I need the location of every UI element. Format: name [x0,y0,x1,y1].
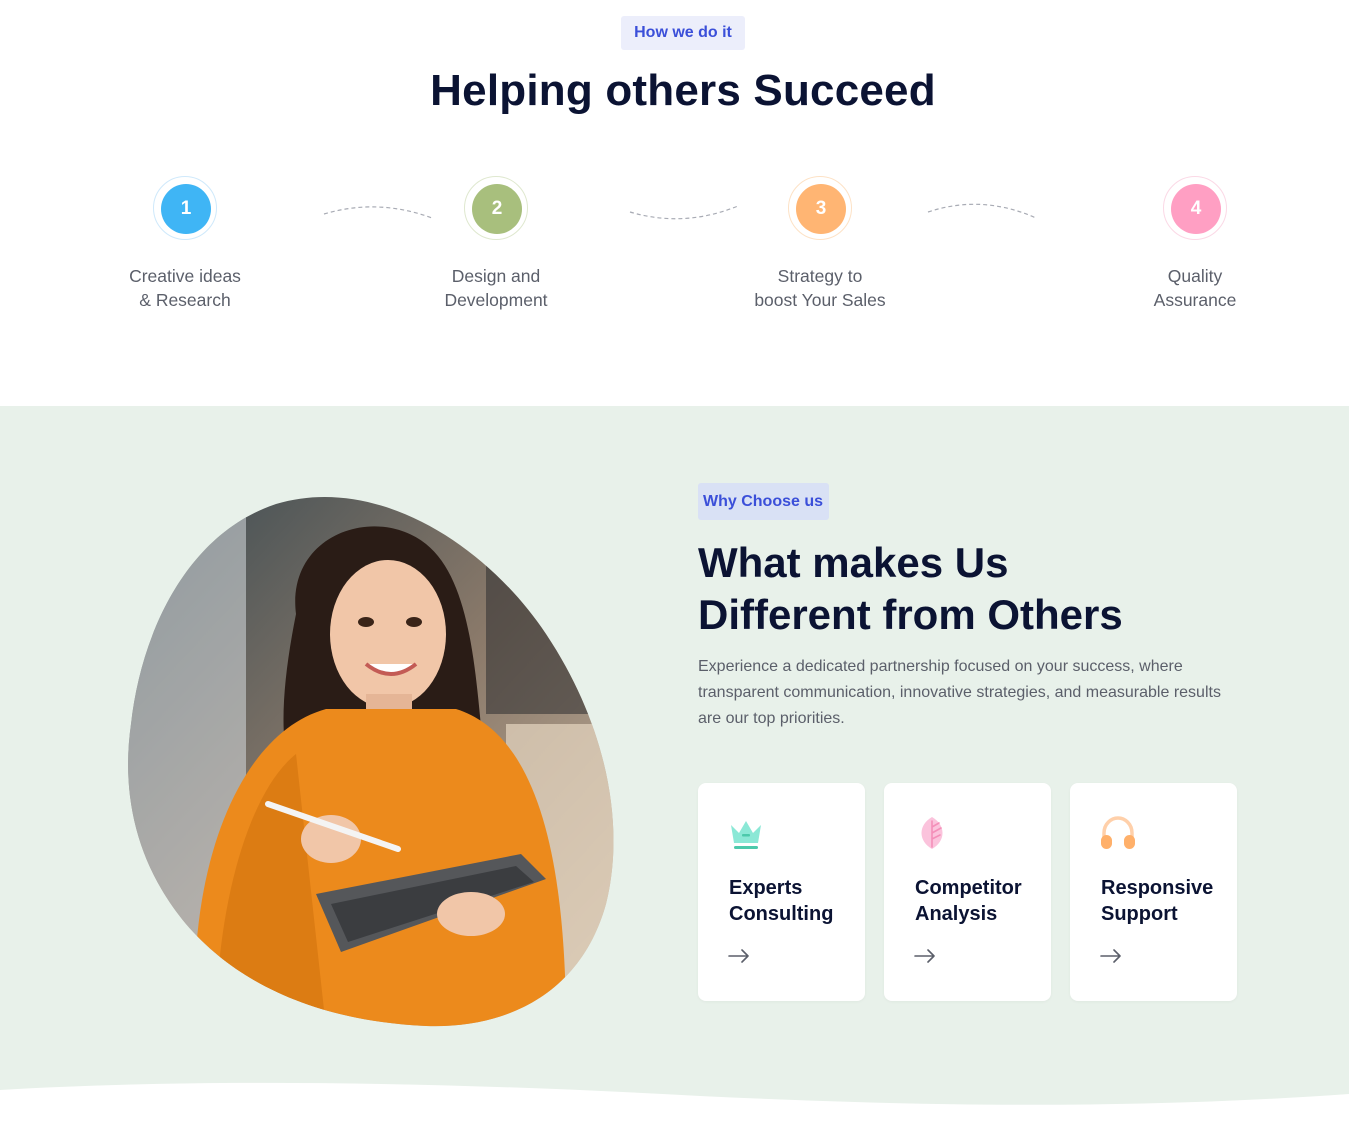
card-title-line: Analysis [915,903,998,925]
process-step: 1 Creative ideas & Research [85,176,285,312]
step-label-line: Strategy to [777,266,863,286]
step-label: Quality Assurance [1095,264,1295,312]
arrow-right-icon[interactable] [914,949,936,963]
step-label-line: Assurance [1153,290,1237,310]
how-we-do-it-tag: How we do it [621,16,745,50]
card-title-line: Experts [729,877,803,899]
headphones-icon [1101,816,1135,849]
section-title-line: Different from Others [698,591,1123,638]
step-label-line: boost Your Sales [754,290,886,310]
card-title: Experts Consulting [729,875,859,927]
step-number: 2 [472,184,522,234]
woman-with-tablet-photo [128,496,614,1027]
step-label-line: Development [444,290,548,310]
step-ring: 3 [788,176,852,240]
card-title: Responsive Support [1101,875,1231,927]
process-step: 3 Strategy to boost Your Sales [720,176,920,312]
process-step: 2 Design and Development [396,176,596,312]
card-title-line: Responsive [1101,877,1214,899]
feature-card-responsive-support[interactable]: Responsive Support [1070,783,1237,1001]
process-step: 4 Quality Assurance [1095,176,1295,312]
step-label-line: & Research [139,290,231,310]
leaf-icon [921,817,943,849]
card-title-line: Consulting [729,903,834,925]
feature-card-competitor-analysis[interactable]: Competitor Analysis [884,783,1051,1001]
step-number: 4 [1171,184,1221,234]
card-title: Competitor Analysis [915,875,1045,927]
step-label-line: Quality [1167,266,1223,286]
dashed-connector [927,203,1037,219]
crown-icon [731,821,761,849]
step-label: Design and Development [396,264,596,312]
section-title-line: What makes Us [698,539,1009,586]
arrow-right-icon[interactable] [1100,949,1122,963]
section-wave-divider [0,1082,1349,1148]
step-number: 3 [796,184,846,234]
page-title: Helping others Succeed [430,66,936,115]
section-description: Experience a dedicated partnership focus… [698,658,1221,727]
step-label: Creative ideas & Research [85,264,285,312]
step-ring: 1 [153,176,217,240]
arrow-right-icon[interactable] [728,949,750,963]
step-label-line: Creative ideas [129,266,241,286]
section-title: What makes Us Different from Others [698,537,1258,641]
why-choose-us-tag: Why Choose us [698,483,829,520]
card-title-line: Competitor [915,877,1022,899]
step-ring: 2 [464,176,528,240]
step-label-line: Design and [451,266,541,286]
step-label: Strategy to boost Your Sales [720,264,920,312]
step-ring: 4 [1163,176,1227,240]
card-title-line: Support [1101,903,1178,925]
feature-card-experts-consulting[interactable]: Experts Consulting [698,783,865,1001]
step-number: 1 [161,184,211,234]
